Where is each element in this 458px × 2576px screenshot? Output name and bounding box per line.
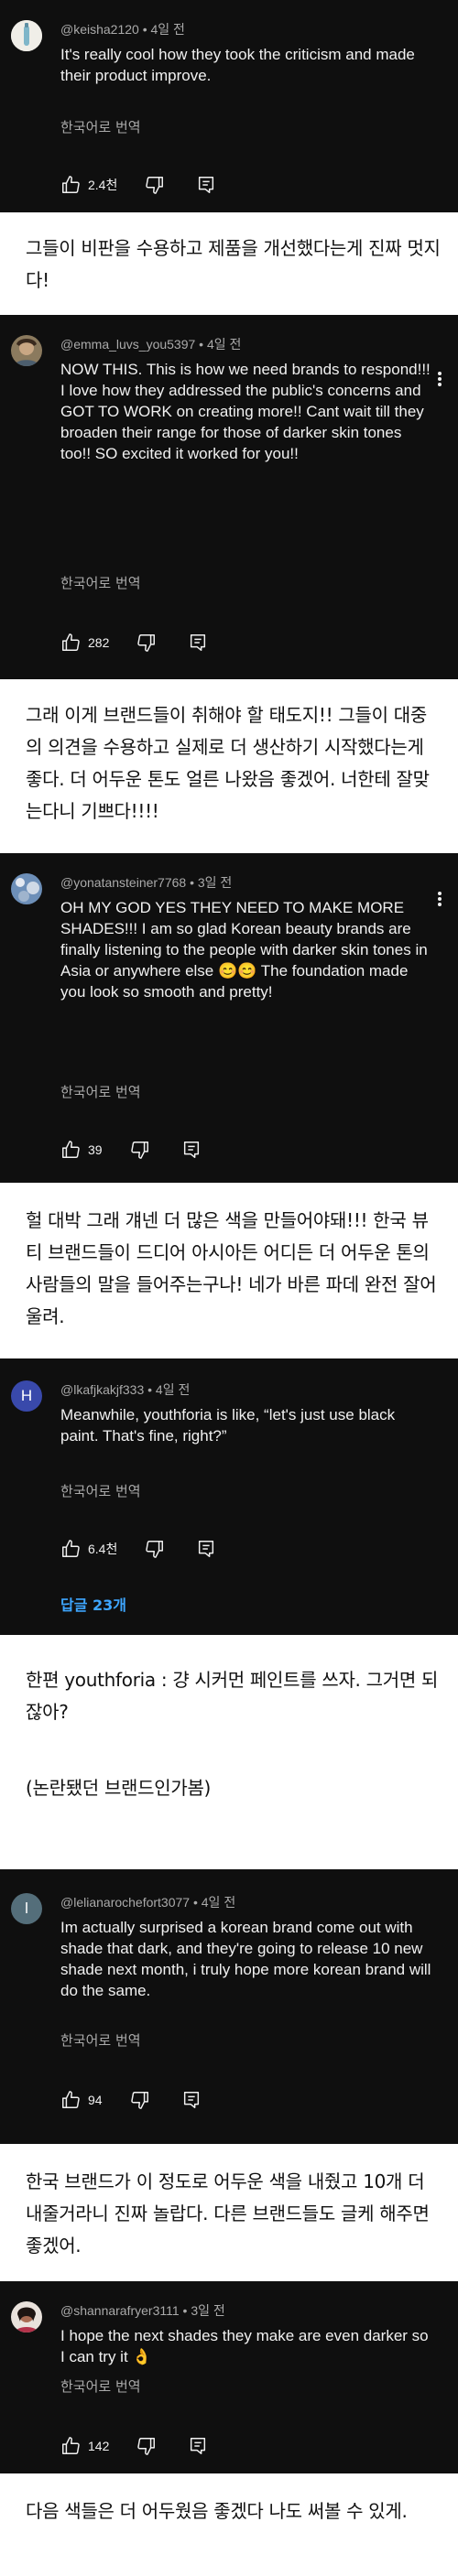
translation-text: 한국 브랜드가 이 정도로 어두운 색을 내줬고 10개 더 내줄거라니 진짜 … xyxy=(26,2170,430,2257)
translate-link[interactable]: 한국어로 번역 xyxy=(60,1481,141,1500)
translation-block: 그래 이게 브랜드들이 취해야 할 태도지!! 그들이 대중의 의견을 수용하고… xyxy=(0,679,458,853)
reply-icon xyxy=(191,634,206,651)
thumbs-down-icon xyxy=(130,1142,148,1159)
avatar-letter: l xyxy=(25,1900,28,1917)
comment-meta[interactable]: @yonatansteiner7768 • 3일 전 xyxy=(60,873,232,892)
avatar[interactable] xyxy=(11,873,42,904)
thumbs-down-icon xyxy=(146,1541,164,1558)
avatar[interactable]: l xyxy=(11,1893,42,1924)
thumbs-up-icon xyxy=(62,2437,80,2454)
comment-text: I hope the next shades they make are eve… xyxy=(60,2327,429,2365)
avatar[interactable]: H xyxy=(11,1380,42,1412)
comment-card: @shannarafryer3111 • 3일 전 I hope the nex… xyxy=(0,2281,458,2473)
comment-actions: 6.4천 xyxy=(60,1538,216,1560)
reply-button[interactable] xyxy=(188,633,208,653)
comment-card: l @lelianarochefort3077 • 4일 전 Im actual… xyxy=(0,1869,458,2144)
translation-block: 헐 대박 그래 걔넨 더 많은 색을 만들어야돼!!! 한국 뷰티 브랜드들이 … xyxy=(0,1183,458,1358)
comment-text: NOW THIS. This is how we need brands to … xyxy=(60,361,431,462)
comment-actions: 282 xyxy=(60,632,208,654)
comment-text: OH MY GOD YES THEY NEED TO MAKE MORE SHA… xyxy=(60,899,428,1001)
like-count: 94 xyxy=(88,2093,103,2107)
translate-link[interactable]: 한국어로 번역 xyxy=(60,2376,141,2396)
reply-button[interactable] xyxy=(181,2090,202,2110)
thumbs-down-icon xyxy=(146,177,164,194)
avatar[interactable] xyxy=(11,2301,42,2332)
comment-actions: 2.4천 xyxy=(60,174,216,196)
thumbs-down-icon xyxy=(137,2438,156,2455)
comment-text: Im actually surprised a korean brand com… xyxy=(60,1919,431,1999)
like-button[interactable]: 6.4천 xyxy=(60,1539,117,1559)
translation-block: 한편 youthforia : 걍 시커먼 페인트를 쓰자. 그거면 되잖아? … xyxy=(0,1635,458,1869)
like-count: 2.4천 xyxy=(88,178,118,192)
translation-text: 헐 대박 그래 걔넨 더 많은 색을 만들어야돼!!! 한국 뷰티 브랜드들이 … xyxy=(26,1209,437,1327)
view-replies-link[interactable]: 답글 23개 xyxy=(60,1593,126,1615)
comment-card: @emma_luvs_you5397 • 4일 전 NOW THIS. This… xyxy=(0,315,458,679)
comment-card: @yonatansteiner7768 • 3일 전 OH MY GOD YES… xyxy=(0,853,458,1183)
like-button[interactable]: 2.4천 xyxy=(60,175,117,195)
translation-text: 다음 색들은 더 어두웠음 좋겠다 나도 써볼 수 있게. xyxy=(26,2500,408,2522)
translation-block: 한국 브랜드가 이 정도로 어두운 색을 내줬고 10개 더 내줄거라니 진짜 … xyxy=(0,2144,458,2281)
avatar[interactable] xyxy=(11,335,42,366)
like-count: 39 xyxy=(88,1142,103,1157)
like-button[interactable]: 282 xyxy=(60,633,109,653)
thumbs-up-icon xyxy=(62,2091,80,2108)
comment-text: Meanwhile, youthforia is like, “let's ju… xyxy=(60,1406,396,1445)
dislike-button[interactable] xyxy=(145,175,165,195)
comment-meta[interactable]: @keisha2120 • 4일 전 xyxy=(60,20,185,38)
dislike-button[interactable] xyxy=(130,2090,150,2110)
thumbs-up-icon xyxy=(62,1141,80,1158)
translate-link[interactable]: 한국어로 번역 xyxy=(60,2030,141,2050)
like-button[interactable]: 142 xyxy=(60,2436,109,2456)
like-button[interactable]: 94 xyxy=(60,2090,103,2110)
thumbs-down-icon xyxy=(130,2092,148,2109)
thumbs-up-icon xyxy=(62,176,80,193)
comment-actions: 94 xyxy=(60,2089,202,2111)
reply-icon xyxy=(199,177,214,193)
comment-meta[interactable]: @lkafjkakjf333 • 4일 전 xyxy=(60,1380,190,1399)
avatar-letter: H xyxy=(20,1387,33,1404)
translation-note: (논란됐던 브랜드인가봄) xyxy=(26,1777,212,1799)
dislike-button[interactable] xyxy=(145,1539,165,1559)
reply-icon xyxy=(183,1142,199,1158)
like-count: 142 xyxy=(88,2439,110,2453)
like-count: 6.4천 xyxy=(88,1542,118,1556)
translation-text: 그래 이게 브랜드들이 취해야 할 태도지!! 그들이 대중의 의견을 수용하고… xyxy=(26,704,430,822)
comment-meta[interactable]: @emma_luvs_you5397 • 4일 전 xyxy=(60,335,241,353)
thumbs-down-icon xyxy=(137,634,156,652)
reply-button[interactable] xyxy=(196,175,216,195)
comment-card: H @lkafjkakjf333 • 4일 전 Meanwhile, youth… xyxy=(0,1358,458,1635)
dislike-button[interactable] xyxy=(130,1140,150,1160)
reply-button[interactable] xyxy=(188,2436,208,2456)
comment-meta[interactable]: @lelianarochefort3077 • 4일 전 xyxy=(60,1893,235,1911)
reply-icon xyxy=(183,2092,199,2108)
translate-link[interactable]: 한국어로 번역 xyxy=(60,117,141,136)
translate-link[interactable]: 한국어로 번역 xyxy=(60,1082,141,1101)
comment-card: @keisha2120 • 4일 전 It's really cool how … xyxy=(0,0,458,212)
comment-meta[interactable]: @shannarafryer3111 • 3일 전 xyxy=(60,2301,225,2320)
translation-block: 다음 색들은 더 어두웠음 좋겠다 나도 써볼 수 있게. xyxy=(0,2473,458,2576)
dislike-button[interactable] xyxy=(136,633,157,653)
reply-button[interactable] xyxy=(196,1539,216,1559)
like-button[interactable]: 39 xyxy=(60,1140,103,1160)
translation-block: 그들이 비판을 수용하고 제품을 개선했다는게 진짜 멋지다! xyxy=(0,212,458,315)
like-count: 282 xyxy=(88,635,110,650)
reply-icon xyxy=(191,2438,206,2454)
reply-icon xyxy=(199,1541,214,1557)
dislike-button[interactable] xyxy=(136,2436,157,2456)
thumbs-up-icon xyxy=(62,1540,80,1557)
comment-text: It's really cool how they took the criti… xyxy=(60,46,415,84)
translation-text: 한편 youthforia : 걍 시커먼 페인트를 쓰자. 그거면 되잖아? xyxy=(26,1669,439,1723)
translate-link[interactable]: 한국어로 번역 xyxy=(60,573,141,592)
comment-actions: 142 xyxy=(60,2435,208,2457)
avatar[interactable] xyxy=(11,20,42,51)
translation-text: 그들이 비판을 수용하고 제품을 개선했다는게 진짜 멋지다! xyxy=(26,237,441,291)
thumbs-up-icon xyxy=(62,633,80,651)
reply-button[interactable] xyxy=(181,1140,202,1160)
comment-actions: 39 xyxy=(60,1139,202,1161)
